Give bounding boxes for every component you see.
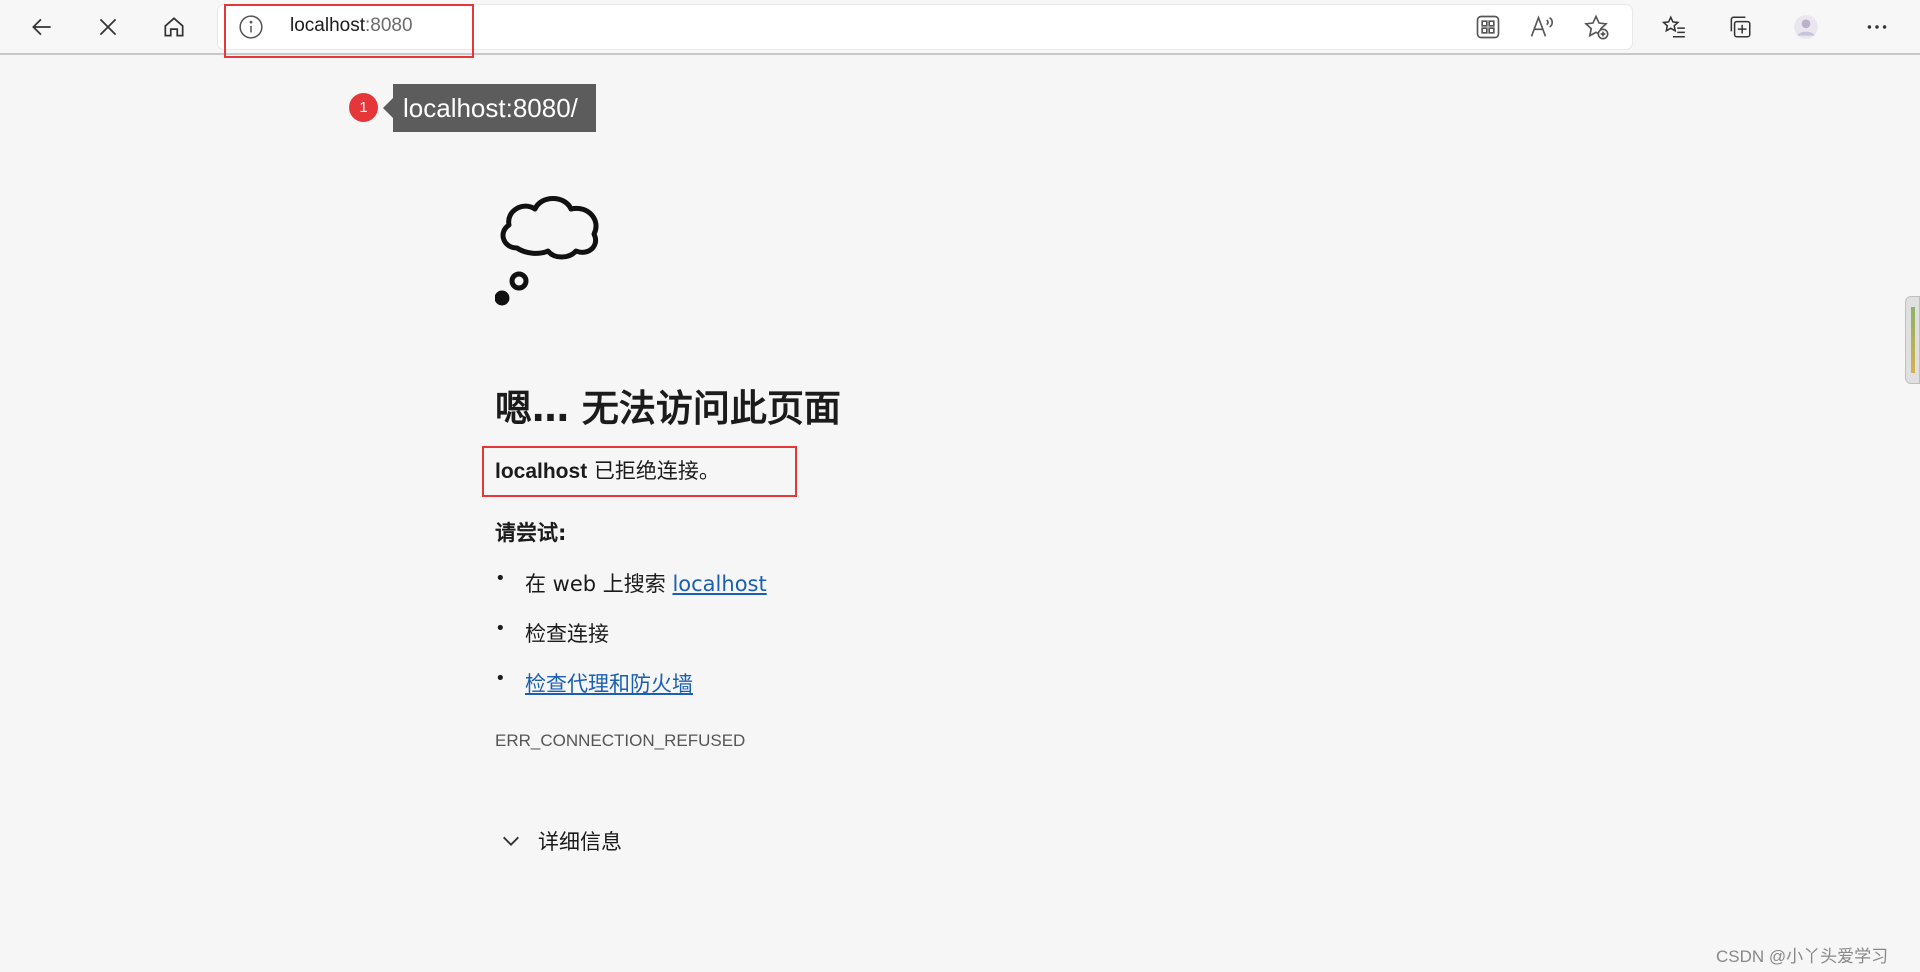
add-favorite-button[interactable] bbox=[1582, 13, 1610, 41]
search-localhost-link[interactable]: localhost bbox=[672, 572, 766, 596]
collections-icon bbox=[1730, 16, 1751, 38]
collections-button[interactable] bbox=[1720, 7, 1760, 47]
read-aloud-icon bbox=[1530, 15, 1554, 37]
error-code: ERR_CONNECTION_REFUSED bbox=[495, 731, 746, 750]
apps-grid-icon bbox=[1476, 15, 1500, 39]
back-button[interactable] bbox=[22, 7, 62, 47]
more-dots-icon bbox=[1867, 25, 1887, 29]
close-icon bbox=[99, 18, 117, 36]
tip-search-prefix: 在 web 上搜索 bbox=[525, 572, 673, 596]
list-item: 检查代理和防火墙 bbox=[495, 668, 767, 718]
back-arrow-icon bbox=[32, 18, 51, 36]
watermark: CSDN @小丫头爱学习 bbox=[1716, 947, 1889, 966]
list-item: 在 web 上搜索 localhost bbox=[495, 568, 767, 618]
annotation-box-address bbox=[224, 4, 474, 58]
tip-check-connection: 检查连接 bbox=[525, 622, 609, 646]
annotation-box-message bbox=[482, 446, 797, 497]
stop-button[interactable] bbox=[88, 7, 128, 47]
url-tooltip: localhost:8080/ bbox=[383, 84, 596, 132]
app-available-button[interactable] bbox=[1474, 13, 1502, 41]
chevron-down-icon bbox=[503, 836, 519, 846]
read-aloud-button[interactable] bbox=[1528, 13, 1556, 41]
details-toggle[interactable]: 详细信息 bbox=[500, 826, 622, 856]
details-label: 详细信息 bbox=[538, 830, 622, 854]
star-add-icon bbox=[1584, 14, 1609, 40]
thought-cloud-icon bbox=[495, 196, 599, 306]
list-item: 检查连接 bbox=[495, 618, 767, 668]
error-title: 嗯… 无法访问此页面 bbox=[495, 387, 841, 430]
try-label: 请尝试: bbox=[495, 521, 567, 545]
favorites-list-icon bbox=[1661, 15, 1685, 38]
favorites-button[interactable] bbox=[1654, 7, 1694, 47]
home-icon bbox=[164, 17, 184, 37]
home-button[interactable] bbox=[154, 7, 194, 47]
sidebar-handle[interactable] bbox=[1905, 296, 1920, 384]
suggestion-list: 在 web 上搜索 localhost 检查连接 检查代理和防火墙 bbox=[495, 568, 767, 718]
check-proxy-firewall-link[interactable]: 检查代理和防火墙 bbox=[525, 672, 693, 696]
annotation-badge: 1 bbox=[349, 93, 378, 122]
settings-more-button[interactable] bbox=[1857, 7, 1897, 47]
profile-button[interactable] bbox=[1786, 7, 1826, 47]
avatar bbox=[1794, 15, 1818, 39]
